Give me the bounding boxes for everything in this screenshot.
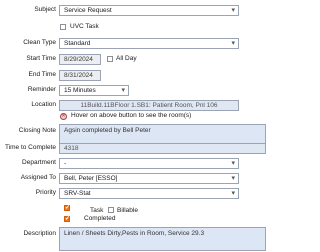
time-to-complete-field: 4318 xyxy=(59,143,266,154)
start-time-label: Start Time xyxy=(26,55,56,62)
reminder-label: Reminder xyxy=(27,86,56,93)
end-time-label: End Time xyxy=(28,71,56,78)
completed-checkbox[interactable] xyxy=(64,215,70,222)
billable-checkbox[interactable] xyxy=(108,207,114,213)
assigned-to-select[interactable]: Bell, Peter [ESSO] xyxy=(59,173,239,184)
start-time-input[interactable]: 8/29/2024 xyxy=(59,54,101,65)
description-label: Description xyxy=(23,230,56,237)
reminder-value: 15 Minutes xyxy=(64,87,96,94)
hover-hint-text: Hover on above button to see the room(s) xyxy=(71,112,192,119)
task-checkbox[interactable] xyxy=(64,204,70,211)
priority-value: SRV-Stat xyxy=(64,190,91,197)
uvc-task-checkbox[interactable] xyxy=(60,24,66,30)
location-value: 11Build.11BFloor 1.SB1: Patient Room, Pn… xyxy=(80,102,218,109)
billable-label: Billable xyxy=(117,207,138,214)
priority-label: Priority xyxy=(35,189,56,196)
department-value: - xyxy=(64,160,67,167)
closing-note-label: Closing Note xyxy=(18,127,56,134)
completed-label: Completed xyxy=(84,215,116,222)
time-to-complete-label: Time to Complete xyxy=(4,144,56,151)
department-label: Department xyxy=(22,159,56,166)
clean-type-label: Clean Type xyxy=(23,39,56,46)
assigned-to-value: Bell, Peter [ESSO] xyxy=(64,175,118,182)
location-field: 11Build.11BFloor 1.SB1: Patient Room, Pn… xyxy=(59,100,239,111)
end-time-value: 8/31/2024 xyxy=(64,72,93,79)
clean-type-select[interactable]: Standard xyxy=(59,38,239,49)
assigned-to-label: Assigned To xyxy=(20,174,56,181)
priority-select[interactable]: SRV-Stat xyxy=(59,188,239,199)
department-select[interactable]: - xyxy=(59,158,239,169)
subject-value: Service Request xyxy=(64,7,112,14)
clean-type-value: Standard xyxy=(64,40,91,47)
reminder-select[interactable]: 15 Minutes xyxy=(59,85,129,96)
subject-label: Subject xyxy=(34,6,56,13)
uvc-task-label: UVC Task xyxy=(70,23,99,30)
time-to-complete-value: 4318 xyxy=(64,145,79,152)
rooms-hover-icon[interactable]: ✕ xyxy=(60,113,67,120)
closing-note-value: Agsin completed by Bell Peter xyxy=(64,127,151,134)
subject-select[interactable]: Service Request xyxy=(59,5,239,16)
description-textarea[interactable]: Linen / Sheets Dirty,Pests in Room, Serv… xyxy=(59,227,266,251)
end-time-input[interactable]: 8/31/2024 xyxy=(59,70,101,81)
location-label: Location xyxy=(31,101,56,108)
description-value: Linen / Sheets Dirty,Pests in Room, Serv… xyxy=(64,230,205,237)
all-day-checkbox[interactable] xyxy=(107,56,113,62)
start-time-value: 8/29/2024 xyxy=(64,56,93,63)
all-day-label: All Day xyxy=(116,55,137,62)
